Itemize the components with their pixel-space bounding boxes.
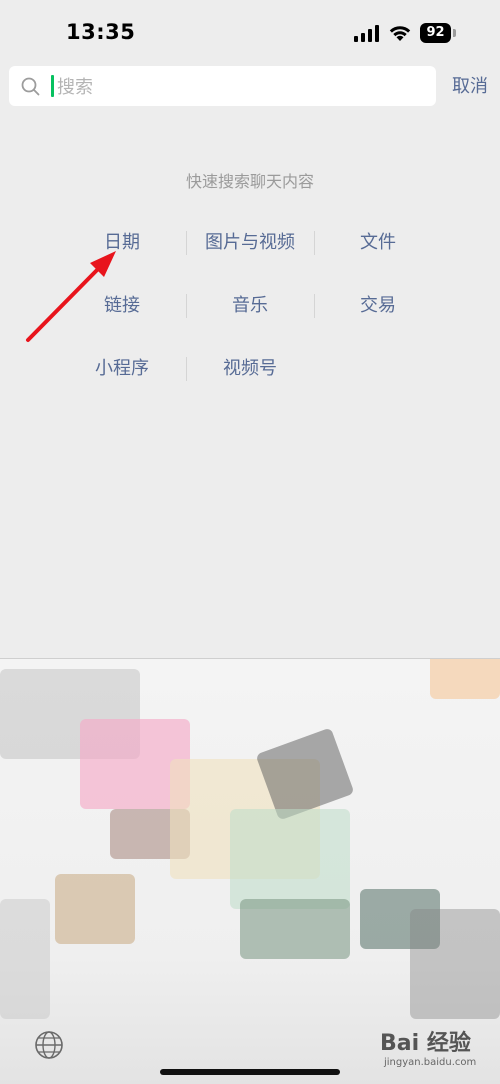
home-indicator[interactable] [160, 1069, 340, 1075]
text-cursor [51, 75, 54, 97]
category-files[interactable]: 文件 [314, 227, 442, 259]
battery-level: 92 [420, 23, 451, 43]
category-mini-programs[interactable]: 小程序 [58, 353, 186, 385]
category-images-videos[interactable]: 图片与视频 [186, 227, 314, 259]
status-bar: 13:35 92 [0, 0, 500, 62]
annotation-arrow-icon [26, 251, 116, 342]
quick-search-title: 快速搜索聊天内容 [185, 172, 314, 191]
category-transactions[interactable]: 交易 [314, 290, 442, 322]
smudge [0, 899, 50, 1019]
wechat-chat-search-screen: 13:35 92 取消 快速搜索聊天内容 日期 图片与视频 [0, 0, 500, 1084]
smudge [230, 809, 350, 909]
status-time: 13:35 [66, 20, 136, 44]
watermark-url: jingyan.baidu.com [384, 1057, 477, 1068]
battery-icon: 92 [420, 23, 458, 43]
smudge [55, 874, 135, 944]
category-music[interactable]: 音乐 [186, 290, 314, 322]
baidu-jingyan-watermark: Bai 经验 jingyan.baidu.com [380, 1021, 496, 1081]
wifi-icon [389, 26, 411, 41]
category-channels[interactable]: 视频号 [186, 353, 314, 385]
cancel-button[interactable]: 取消 [445, 72, 495, 102]
smudge [410, 909, 500, 1019]
smudge [430, 659, 500, 699]
battery-tip [453, 29, 456, 37]
search-icon [21, 77, 40, 96]
globe-icon[interactable] [33, 1029, 65, 1061]
keyboard-area: Bai 经验 jingyan.baidu.com [0, 658, 500, 1084]
search-box[interactable] [9, 66, 436, 106]
smudge [240, 899, 350, 959]
watermark-brand: Bai 经验 [380, 1031, 471, 1056]
cellular-signal-icon [354, 25, 379, 42]
search-input[interactable] [55, 68, 419, 106]
